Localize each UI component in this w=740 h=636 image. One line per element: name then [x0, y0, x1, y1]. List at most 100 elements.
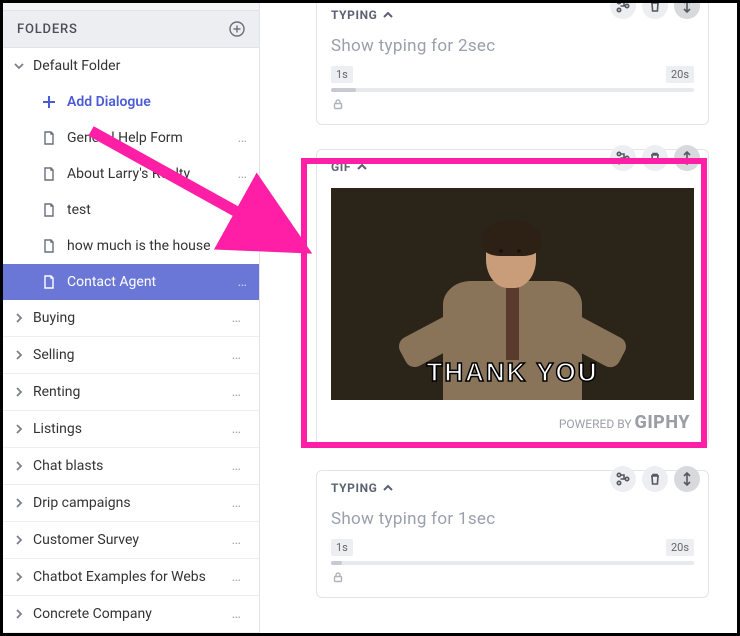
more-icon[interactable]: … [228, 532, 247, 548]
folder-item[interactable]: Concrete Company… [3, 596, 259, 633]
chevron-up-icon [383, 483, 393, 493]
folder-default[interactable]: Default Folder [3, 48, 259, 84]
folder-label: Buying [33, 310, 228, 326]
slider-max: 20s [666, 539, 694, 556]
slider-track [331, 88, 694, 92]
more-icon[interactable]: … [238, 238, 249, 254]
drag-handle-icon[interactable] [674, 3, 700, 19]
more-icon[interactable]: … [238, 130, 249, 146]
chevron-right-icon [13, 460, 25, 472]
more-icon[interactable]: … [238, 166, 249, 182]
trash-icon[interactable] [642, 466, 668, 492]
folder-label: Concrete Company [33, 606, 228, 622]
dialogue-label: About Larry's Realty [67, 166, 238, 182]
chevron-up-icon [357, 162, 367, 172]
typing-card: TYPING Show typing for 1sec 1s 20s [316, 470, 709, 598]
more-icon[interactable]: … [228, 384, 247, 400]
gif-image[interactable]: THANK YOU [331, 188, 694, 400]
dialogue-label: General Help Form [67, 130, 238, 146]
drag-handle-icon[interactable] [674, 466, 700, 492]
slider-min: 1s [331, 66, 353, 83]
document-icon [41, 238, 57, 254]
chevron-right-icon [13, 534, 25, 546]
giphy-brand: GIPHY [635, 412, 690, 433]
card-title-text: TYPING [331, 481, 377, 495]
more-icon[interactable]: … [228, 458, 247, 474]
chevron-right-icon [13, 423, 25, 435]
top-strip [3, 3, 259, 11]
slider-track [331, 561, 694, 565]
chevron-down-icon [13, 60, 25, 72]
dialogue-item[interactable]: how much is the house … [3, 228, 259, 264]
lock-icon [329, 569, 347, 585]
folder-label: Listings [33, 421, 228, 437]
more-icon[interactable]: … [228, 310, 247, 326]
folder-label: Chat blasts [33, 458, 228, 474]
dialogue-item[interactable]: General Help Form … [3, 120, 259, 156]
folder-item[interactable]: Listings… [3, 411, 259, 448]
typing-text: Show typing for 1sec [331, 503, 694, 539]
dialogue-item[interactable]: test … [3, 192, 259, 228]
sidebar: FOLDERS Default Folder Add Dialogue Gene… [3, 3, 260, 633]
folders-title: FOLDERS [17, 22, 78, 37]
chevron-right-icon [13, 497, 25, 509]
card-title[interactable]: TYPING [331, 481, 393, 495]
slider-min: 1s [331, 539, 353, 556]
chevron-right-icon [13, 571, 25, 583]
folder-label: Default Folder [33, 58, 247, 74]
branch-icon[interactable] [610, 145, 636, 171]
more-icon[interactable]: … [238, 202, 249, 218]
folder-item[interactable]: Drip campaigns… [3, 485, 259, 522]
add-dialogue-button[interactable]: Add Dialogue [3, 84, 259, 120]
folder-label: Chatbot Examples for Webs [33, 569, 228, 585]
typing-slider[interactable]: 1s 20s [331, 539, 694, 583]
typing-text: Show typing for 2sec [331, 30, 694, 66]
dialogue-item-selected[interactable]: Contact Agent … [3, 264, 259, 300]
drag-handle-icon[interactable] [674, 145, 700, 171]
card-title[interactable]: GIF [331, 160, 367, 174]
giphy-attribution: POWERED BY GIPHY [331, 400, 694, 439]
folder-label: Selling [33, 347, 228, 363]
branch-icon[interactable] [610, 466, 636, 492]
more-icon[interactable]: … [228, 421, 247, 437]
card-title-text: TYPING [331, 8, 377, 22]
dialogue-label: how much is the house [67, 238, 238, 254]
more-icon[interactable]: … [228, 347, 247, 363]
gif-caption: THANK YOU [331, 357, 694, 388]
folder-item[interactable]: Selling… [3, 337, 259, 374]
typing-slider[interactable]: 1s 20s [331, 66, 694, 110]
folder-item[interactable]: Chatbot Examples for Webs… [3, 559, 259, 596]
dialogue-label: Contact Agent [67, 274, 238, 290]
folder-label: Drip campaigns [33, 495, 228, 511]
folder-item[interactable]: Renting… [3, 374, 259, 411]
document-icon [41, 274, 57, 290]
branch-icon[interactable] [610, 3, 636, 19]
folders-header: FOLDERS [3, 11, 259, 48]
trash-icon[interactable] [642, 3, 668, 19]
chevron-right-icon [13, 312, 25, 324]
more-icon[interactable]: … [228, 569, 247, 585]
main-panel: TYPING Show typing for 2sec 1s 20s [260, 3, 737, 633]
dialogues-list: Add Dialogue General Help Form … About L… [3, 84, 259, 300]
powered-by-text: POWERED BY [559, 417, 632, 431]
trash-icon[interactable] [642, 145, 668, 171]
chevron-right-icon [13, 386, 25, 398]
more-icon[interactable]: … [238, 274, 249, 290]
card-title[interactable]: TYPING [331, 8, 393, 22]
folder-item[interactable]: Chat blasts… [3, 448, 259, 485]
lock-icon [329, 96, 347, 112]
folder-label: Renting [33, 384, 228, 400]
add-folder-icon[interactable] [229, 21, 245, 37]
slider-fill [331, 561, 342, 565]
document-icon [41, 166, 57, 182]
more-icon[interactable]: … [228, 495, 247, 511]
chevron-up-icon [383, 10, 393, 20]
card-title-text: GIF [331, 160, 351, 174]
folder-item[interactable]: Customer Survey… [3, 522, 259, 559]
more-icon[interactable]: … [228, 606, 247, 622]
folder-item[interactable]: Buying… [3, 300, 259, 337]
chevron-right-icon [13, 349, 25, 361]
chevron-right-icon [13, 608, 25, 620]
dialogue-item[interactable]: About Larry's Realty … [3, 156, 259, 192]
add-dialogue-label: Add Dialogue [67, 94, 249, 110]
